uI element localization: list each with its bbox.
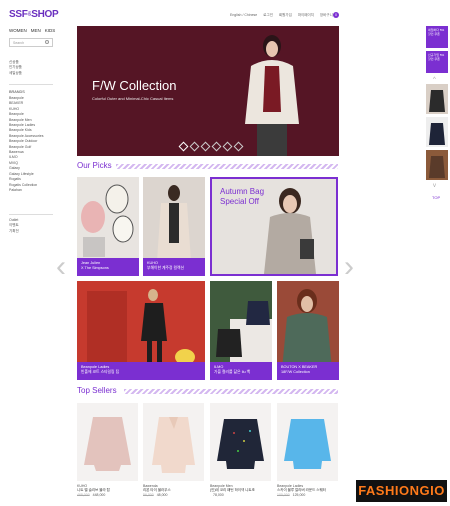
category-women[interactable]: WOMEN (9, 28, 27, 33)
product-blouse-image (152, 417, 195, 473)
cart-count-badge[interactable]: 0 (333, 12, 339, 18)
back-to-top-button[interactable]: TOP (432, 195, 440, 200)
pick-label: Beanpole Ladies 빈폴에 코트 스타일링 팁 (77, 362, 205, 380)
product-card[interactable]: Bawenda 리본 타이 블라우스 56,000 48,000 (143, 403, 204, 497)
chevron-right-icon[interactable]: › (344, 250, 354, 284)
search-icon[interactable] (45, 40, 49, 44)
recent-item-thumb[interactable] (426, 84, 448, 114)
chevron-down-icon[interactable]: v (433, 183, 436, 189)
product-sweater-image (217, 419, 264, 469)
divider (9, 84, 53, 85)
pick-desc: 18F/W Collection (281, 369, 310, 374)
top-link-mypage[interactable]: 마이페이지 (298, 13, 314, 18)
pick-card-bouton-beaker[interactable]: BOUTON X BEAKER 18F/W Collection (277, 281, 339, 380)
product-price: 468,000 448,000 (77, 493, 138, 497)
top-link-signup[interactable]: 회원가입 (279, 13, 292, 18)
search-input[interactable]: Search (9, 38, 53, 47)
pick-desc: 가을 컬러를 닮은 Ilu 백 (214, 369, 251, 374)
product-price: 100,000 125,000 (277, 493, 338, 497)
top-links: English / Chinese 로그인 회원가입 마이페이지 장바구니 (230, 13, 333, 18)
pick-card-kuho[interactable]: KUHO 부해이한 계주정 컬렉션 (143, 177, 205, 276)
product-card[interactable]: Beanpole Ladies 스카이 블루 칼라버 라운드 스웨터 100,0… (277, 403, 338, 497)
slide-dot[interactable] (211, 141, 222, 152)
pick-desc: 부해이한 계주정 컬렉션 (147, 265, 185, 270)
watermark-logo: FASHIONGIO (356, 480, 447, 502)
product-price: 56,000 48,000 (143, 493, 204, 497)
section-stripe (124, 389, 338, 394)
coupon-banner[interactable]: 신규가입 5% 할인 쿠폰 (426, 51, 448, 73)
section-stripe (116, 164, 338, 169)
recent-item-thumb[interactable] (426, 117, 448, 147)
product-card[interactable]: KUHO 니트 벨 슬리브 블라 탑 468,000 448,000 (77, 403, 138, 497)
product-image (143, 403, 204, 481)
our-picks-title: Our Picks (77, 161, 112, 170)
left-menu-item[interactable]: 세일상품 (9, 71, 22, 76)
product-old-price: 56,000 (143, 493, 154, 497)
top-link-cart[interactable]: 장바구니 (320, 13, 333, 18)
thumb-image (429, 90, 445, 112)
product-blouse-image (84, 417, 131, 471)
logo-shop: SHOP (31, 9, 59, 20)
hero-pagination (178, 141, 244, 152)
left-menu-bottom: Outlet 이벤트 기획전 (9, 218, 19, 234)
thumb-image (429, 123, 445, 145)
product-old-price: 468,000 (77, 493, 90, 497)
left-menu-top: 신상품 인기상품 세일상품 (9, 60, 22, 76)
pick-desc: 빈폴에 코트 스타일링 팁 (81, 369, 120, 374)
product-sale-price: 48,000 (156, 493, 168, 497)
pick-label: ILMO 가을 컬러를 닮은 Ilu 백 (210, 362, 272, 380)
brands-title: BRANDS (9, 90, 25, 94)
top-link-language[interactable]: English / Chinese (230, 13, 257, 18)
coupon-banner[interactable]: 네임하다 5% 할인 쿠폰 (426, 26, 448, 48)
hero-title: F/W Collection (92, 78, 177, 93)
product-old-price: 100,000 (277, 493, 290, 497)
product-price: 78,000 (210, 493, 271, 497)
hero-subtitle: Colorful Outer and Minimal-Chic Casual I… (92, 96, 174, 101)
product-sale-price: 125,000 (292, 493, 306, 497)
chevron-left-icon[interactable]: ‹ (56, 250, 66, 284)
divider (9, 214, 53, 215)
brand-list: Beanpole BEAKER KUHO Beanpole Beanpole Men Be… (9, 96, 43, 193)
product-image (277, 403, 338, 481)
hero-banner[interactable]: F/W Collection Colorful Outer and Minima… (77, 26, 339, 156)
brand-item[interactable]: Palahan (9, 188, 43, 193)
pick-label: KUHO 부해이한 계주정 컬렉션 (143, 258, 205, 276)
category-kids[interactable]: KIDS (45, 28, 56, 33)
top-link-login[interactable]: 로그인 (263, 13, 273, 18)
page: SSF&SHOP English / Chinese 로그인 회원가입 마이페이… (0, 0, 450, 506)
top-sellers-title: Top Sellers (77, 386, 117, 395)
product-sweater-image (284, 419, 331, 469)
product-image (77, 403, 138, 481)
slide-dot[interactable] (222, 141, 233, 152)
pick-promo-title: Autumn Bag Special Off (220, 187, 265, 206)
slide-dot[interactable] (189, 141, 200, 152)
thumb-image (429, 156, 445, 178)
category-nav: WOMEN MEN KIDS (9, 28, 55, 33)
pick-card-ilmo[interactable]: ILMO 가을 컬러를 닮은 Ilu 백 (210, 281, 272, 380)
hero-model-image (245, 35, 299, 156)
product-sale-price: 448,000 (92, 493, 106, 497)
left-menu-item[interactable]: 기획전 (9, 229, 19, 234)
pick-card-autumn-bag[interactable]: Autumn Bag Special Off (210, 177, 338, 276)
product-sale-price: 78,000 (213, 493, 224, 497)
pick-label: BOUTON X BEAKER 18F/W Collection (277, 362, 339, 380)
product-image (210, 403, 271, 481)
category-men[interactable]: MEN (31, 28, 41, 33)
site-logo[interactable]: SSF&SHOP (9, 9, 59, 20)
slide-dot[interactable] (178, 141, 189, 152)
pick-desc: X The Simpsons (81, 265, 109, 270)
pick-card-beanpole-ladies[interactable]: Beanpole Ladies 빈폴에 코트 스타일링 팁 (77, 281, 205, 380)
logo-ssf: SSF (9, 9, 28, 20)
slide-dot[interactable] (200, 141, 211, 152)
chevron-up-icon[interactable]: ^ (433, 77, 436, 83)
pick-card-jean-julien[interactable]: Jean Julien X The Simpsons (77, 177, 139, 276)
recent-item-thumb[interactable] (426, 150, 448, 180)
search-placeholder: Search (13, 41, 25, 45)
pick-label: Jean Julien X The Simpsons (77, 258, 139, 276)
product-card[interactable]: Beanpole Men (인)테 코리 패턴 하이넥 니트조 78,000 (210, 403, 271, 497)
slide-dot[interactable] (233, 141, 244, 152)
